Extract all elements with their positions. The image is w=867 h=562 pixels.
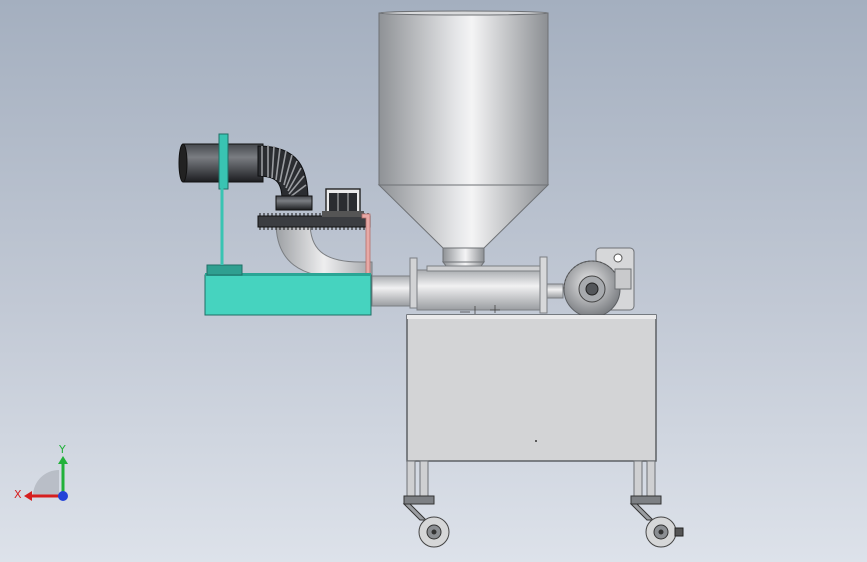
- cabinet[interactable]: [406, 314, 657, 462]
- bellows: [257, 145, 309, 201]
- feed-pipe[interactable]: [178, 133, 313, 211]
- hopper[interactable]: [377, 10, 550, 290]
- caster-wheel-left[interactable]: [402, 460, 450, 548]
- caster-wheel-right[interactable]: [629, 460, 684, 548]
- z-axis-dot: [58, 491, 68, 501]
- y-axis-label: Y: [58, 443, 66, 456]
- graphics-viewport[interactable]: Y X: [0, 0, 867, 562]
- x-axis-label: X: [14, 488, 22, 501]
- stepper-motor[interactable]: [322, 188, 364, 217]
- gearbox[interactable]: [563, 247, 635, 318]
- machine-model[interactable]: [0, 0, 867, 562]
- barrel[interactable]: [371, 256, 564, 314]
- triad-shading: [33, 470, 59, 495]
- elbow-pipe[interactable]: [275, 221, 373, 279]
- coordinate-triad: Y X: [14, 443, 68, 501]
